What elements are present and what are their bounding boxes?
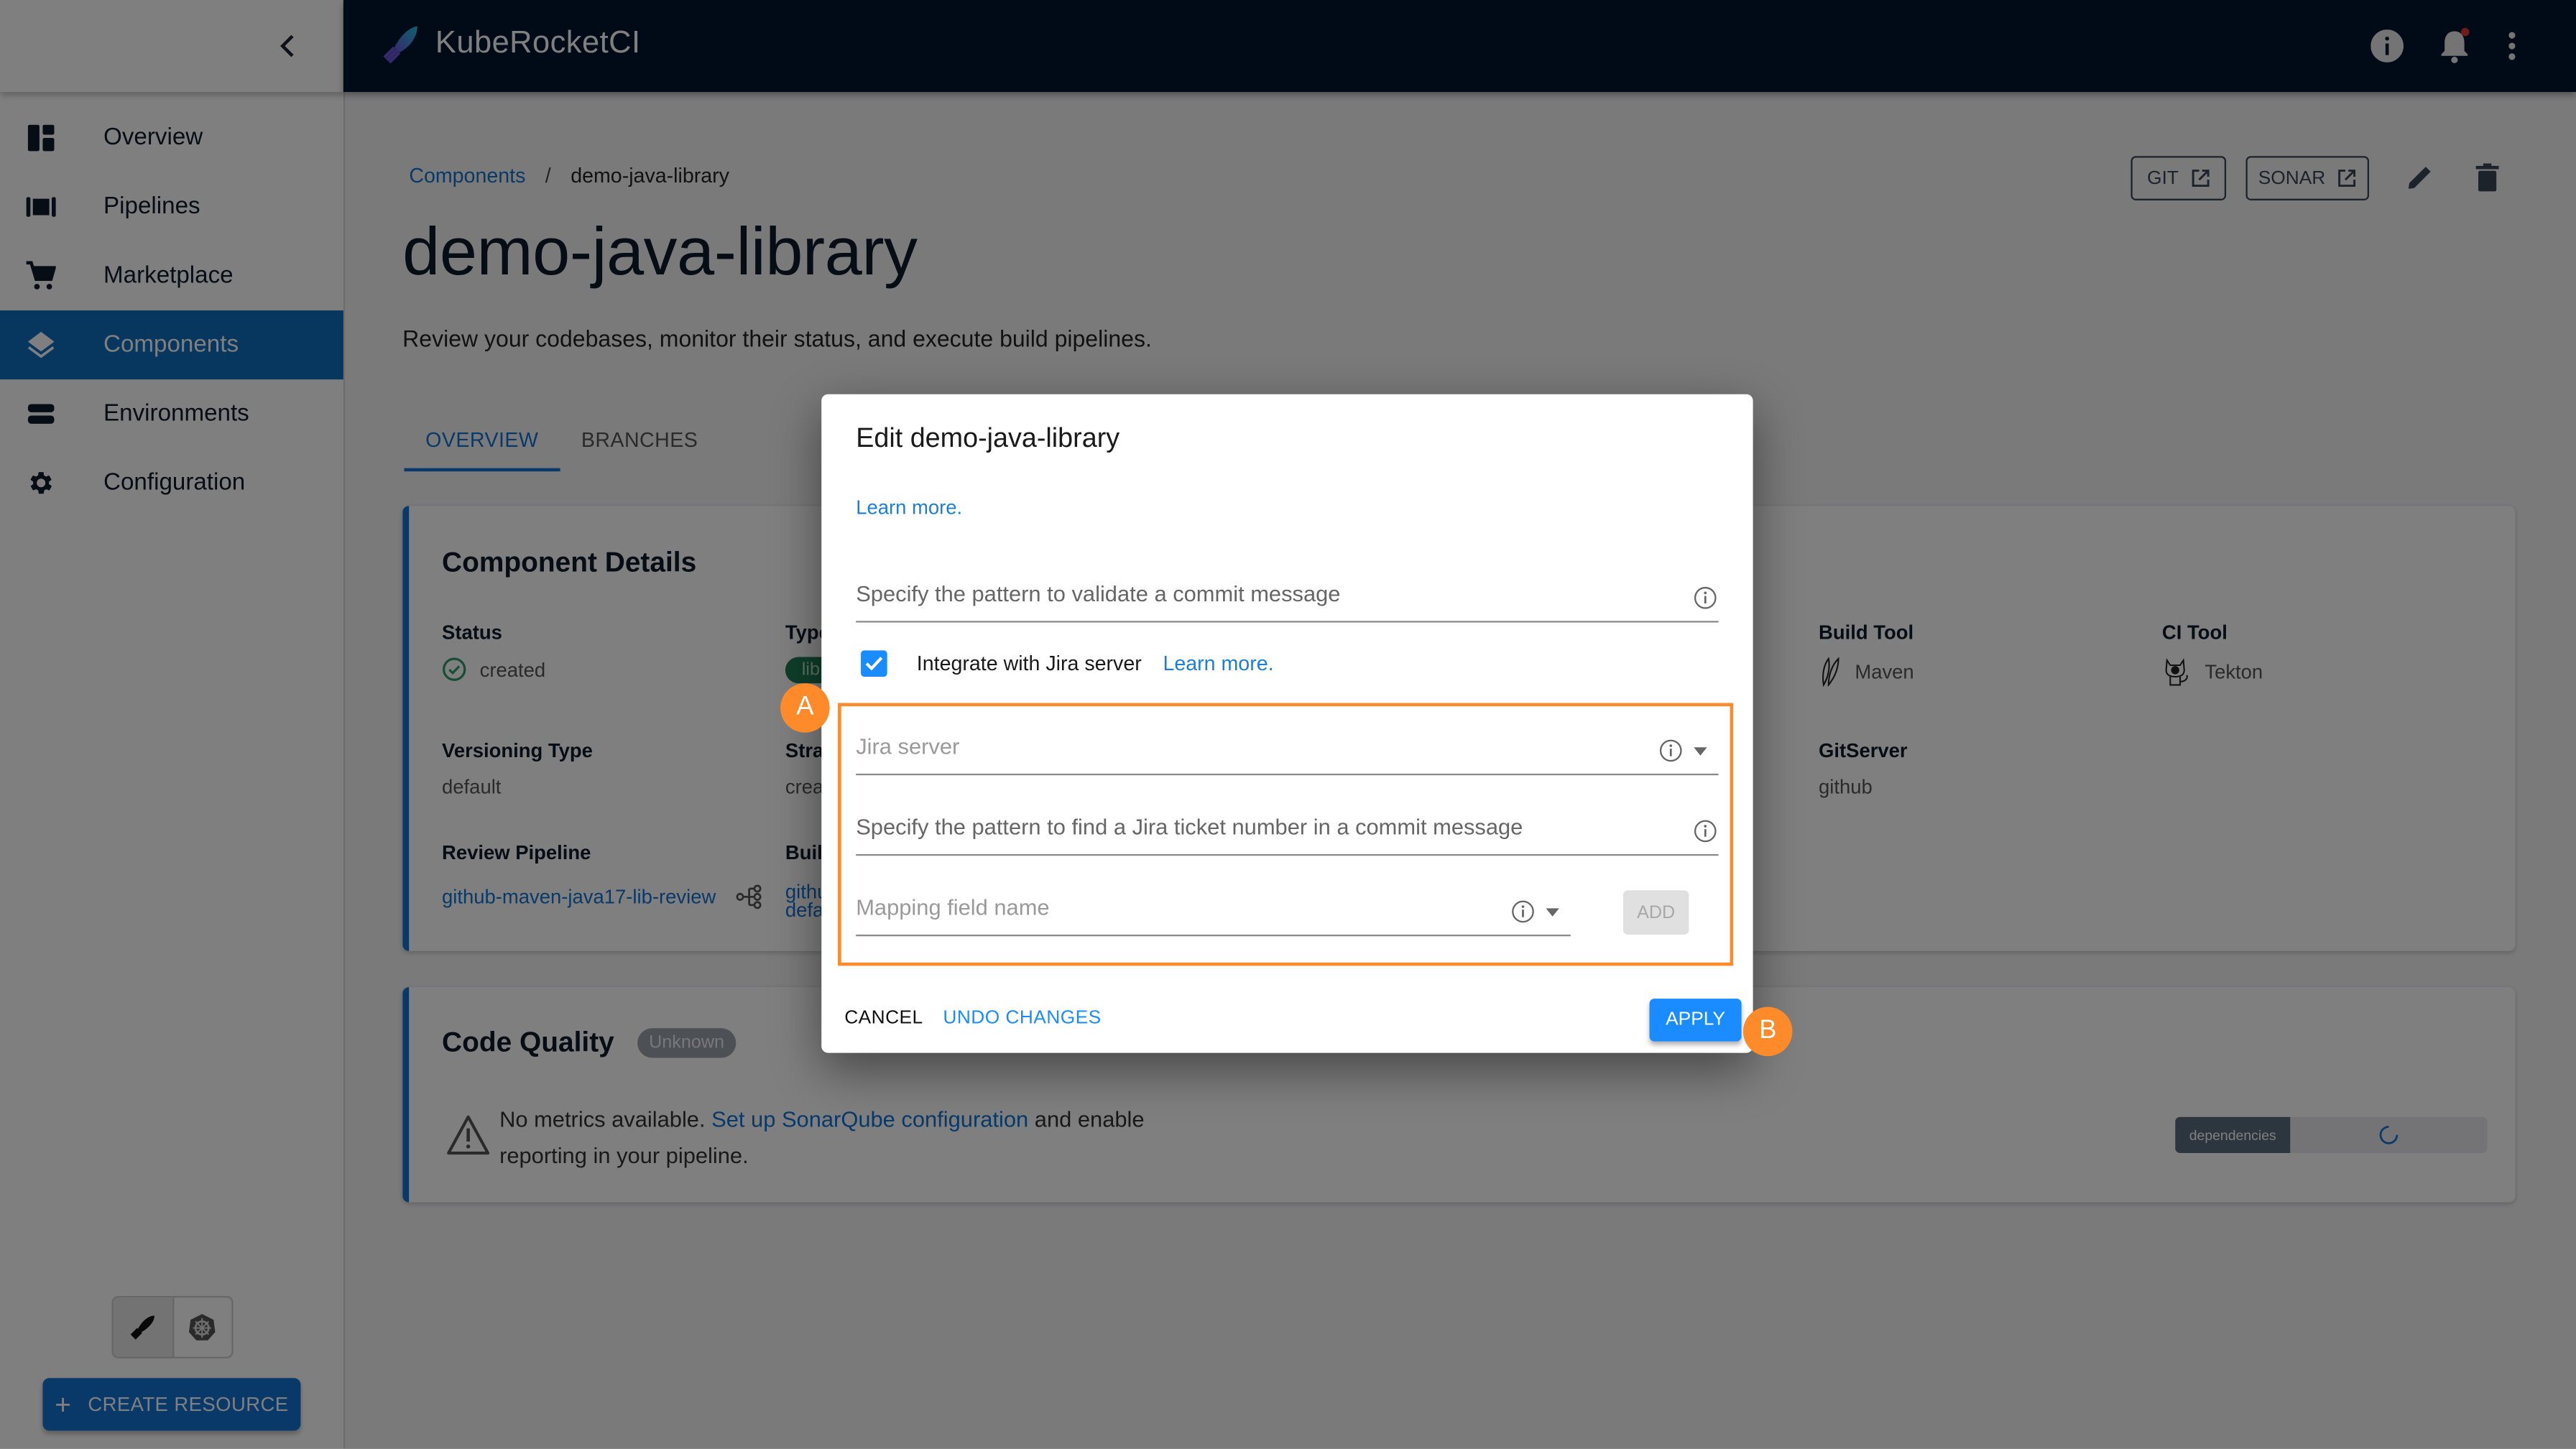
- learn-more-link[interactable]: Learn more.: [856, 496, 962, 519]
- dropdown-caret-icon: [1694, 747, 1707, 756]
- checkmark-icon: [865, 657, 883, 671]
- jira-server-select[interactable]: Jira server: [856, 724, 1719, 776]
- info-outline-icon[interactable]: [1694, 820, 1717, 843]
- info-outline-icon[interactable]: [1511, 900, 1534, 923]
- commit-message-pattern-input[interactable]: Specify the pattern to validate a commit…: [856, 572, 1719, 623]
- dropdown-caret-icon: [1546, 908, 1559, 917]
- info-outline-icon[interactable]: [1659, 739, 1682, 762]
- jira-integration-checkbox[interactable]: [861, 650, 887, 677]
- annotation-marker-b: B: [1742, 1006, 1793, 1057]
- edit-component-dialog: Edit demo-java-library Learn more. Speci…: [821, 394, 1753, 1053]
- jira-integration-checkbox-row: Integrate with Jira server Learn more.: [861, 650, 1274, 677]
- dialog-title: Edit demo-java-library: [856, 423, 1120, 454]
- cancel-button[interactable]: CANCEL: [844, 1009, 923, 1028]
- info-outline-icon[interactable]: [1694, 586, 1717, 609]
- mapping-field-name-select[interactable]: Mapping field name: [856, 885, 1571, 937]
- add-mapping-button[interactable]: ADD: [1622, 890, 1689, 935]
- apply-button[interactable]: APPLY: [1649, 999, 1742, 1042]
- undo-changes-button[interactable]: UNDO CHANGES: [943, 1009, 1101, 1028]
- jira-ticket-pattern-input[interactable]: Specify the pattern to find a Jira ticke…: [856, 805, 1719, 856]
- jira-checkbox-label: Integrate with Jira server: [916, 652, 1142, 675]
- jira-learn-more-link[interactable]: Learn more.: [1163, 652, 1273, 675]
- annotation-marker-a: A: [780, 683, 830, 733]
